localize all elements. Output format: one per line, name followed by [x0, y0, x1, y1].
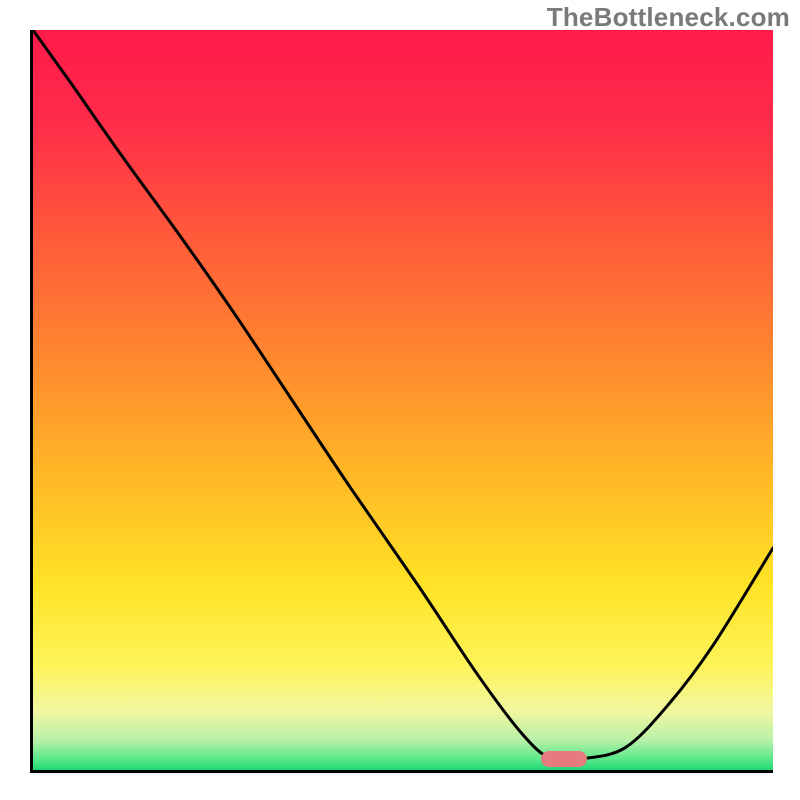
- chart-line-series: [33, 30, 773, 770]
- watermark-text: TheBottleneck.com: [547, 2, 790, 33]
- chart-plot-area: [30, 30, 773, 773]
- optimal-region-marker: [541, 751, 587, 767]
